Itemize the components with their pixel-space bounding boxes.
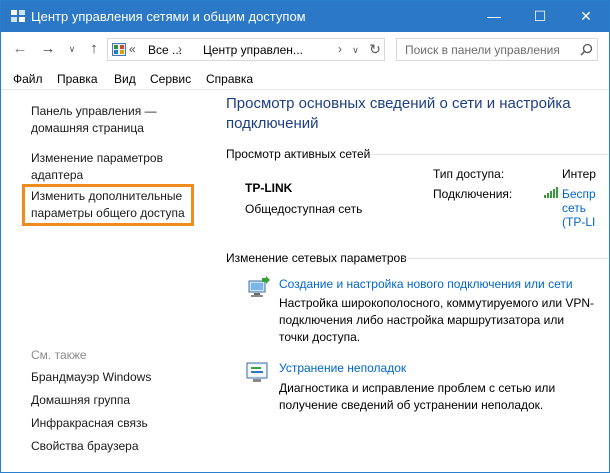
wifi-signal-icon (544, 187, 558, 198)
page-title: Просмотр основных сведений о сети и наст… (226, 95, 571, 132)
navigation-bar: ← → ∨ ↑ « Все ... › Центр управлен... › … (1, 32, 609, 68)
control-panel-icon (112, 43, 126, 56)
sidebar-item-label: параметры общего доступа (31, 206, 185, 220)
troubleshoot-icon (246, 362, 268, 382)
setup-new-connection-description: Настройка широкополосного, коммутируемог… (279, 296, 595, 344)
breadcrumb-network-center[interactable]: Центр управлен... (203, 43, 303, 57)
menu-edit[interactable]: Правка (57, 72, 98, 86)
menu-view[interactable]: Вид (114, 72, 136, 86)
sidebar-item-infrared[interactable]: Инфракрасная связь (31, 415, 148, 432)
sidebar-item-advanced-sharing[interactable]: Изменить дополнительные параметры общего… (31, 188, 185, 222)
see-also-label: См. также (31, 348, 87, 362)
forward-button[interactable]: → (39, 39, 57, 59)
breadcrumb-all-items[interactable]: Все ... (148, 43, 182, 57)
breadcrumb-separator-icon[interactable]: › (178, 42, 182, 56)
network-center-icon (11, 10, 25, 22)
troubleshoot-description: Диагностика и исправление проблем с сеть… (279, 381, 556, 412)
connection-link-line: Беспр (562, 187, 596, 201)
address-dropdown-icon[interactable]: ∨ (348, 42, 362, 58)
access-type-value: Интер (562, 167, 596, 181)
troubleshoot-link[interactable]: Устранение неполадок (279, 361, 406, 375)
connection-link[interactable]: Беспр сеть (TP-LI (562, 187, 596, 229)
section-heading-change-settings: Изменение сетевых параметров (226, 251, 407, 265)
search-input[interactable]: Поиск в панели управления (396, 38, 598, 61)
sidebar-item-label: Панель управления — (31, 104, 157, 118)
address-bar[interactable]: « Все ... › Центр управлен... › ∨ ↻ (107, 38, 385, 61)
search-placeholder: Поиск в панели управления (405, 43, 560, 57)
sidebar-item-label: Изменение параметров (31, 151, 163, 165)
network-type: Общедоступная сеть (245, 202, 363, 216)
sidebar-item-control-panel-home[interactable]: Панель управления — домашняя страница (31, 103, 157, 137)
connections-label: Подключения: (433, 187, 513, 201)
search-icon[interactable] (580, 43, 593, 56)
menu-tools[interactable]: Сервис (150, 72, 191, 86)
setup-new-connection-link[interactable]: Создание и настройка нового подключения … (279, 277, 573, 291)
sidebar-item-firewall[interactable]: Брандмауэр Windows (31, 369, 151, 386)
menu-help[interactable]: Справка (206, 72, 253, 86)
main-content: Просмотр основных сведений о сети и наст… (213, 90, 609, 472)
sidebar-item-label: адаптера (31, 168, 84, 182)
section-divider (404, 258, 609, 259)
network-name: TP-LINK (245, 181, 293, 195)
control-panel-window: Центр управления сетями и общим доступом… (0, 0, 610, 473)
back-button[interactable]: ← (11, 39, 29, 59)
window-title: Центр управления сетями и общим доступом (31, 9, 306, 24)
section-heading-active-networks: Просмотр активных сетей (226, 147, 371, 161)
up-button[interactable]: ↑ (85, 39, 103, 59)
recent-locations-button[interactable]: ∨ (63, 39, 81, 59)
sidebar-item-browser-properties[interactable]: Свойства браузера (31, 438, 139, 455)
sidebar-item-label: домашняя страница (31, 121, 144, 135)
sidebar-item-label: Изменить дополнительные (31, 189, 183, 203)
network-setup-icon (248, 276, 270, 297)
access-type-label: Тип доступа: (433, 167, 505, 181)
menu-file[interactable]: Файл (13, 72, 43, 86)
title-bar[interactable]: Центр управления сетями и общим доступом… (1, 1, 609, 32)
connection-link-line: сеть (562, 201, 587, 215)
sidebar-item-adapter-settings[interactable]: Изменение параметров адаптера (31, 150, 163, 184)
sidebar: Панель управления — домашняя страница Из… (1, 90, 213, 472)
menu-bar: Файл Правка Вид Сервис Справка (1, 68, 609, 90)
close-button[interactable]: ✕ (563, 1, 609, 32)
address-overflow-chevron[interactable]: « (129, 42, 136, 56)
minimize-button[interactable]: — (471, 1, 517, 32)
section-divider (370, 154, 609, 155)
sidebar-item-homegroup[interactable]: Домашняя группа (31, 392, 130, 409)
maximize-button[interactable]: ☐ (517, 1, 563, 32)
breadcrumb-separator-icon[interactable]: › (338, 42, 342, 56)
refresh-icon[interactable]: ↻ (366, 40, 384, 59)
connection-link-line: (TP-LI (562, 215, 596, 229)
